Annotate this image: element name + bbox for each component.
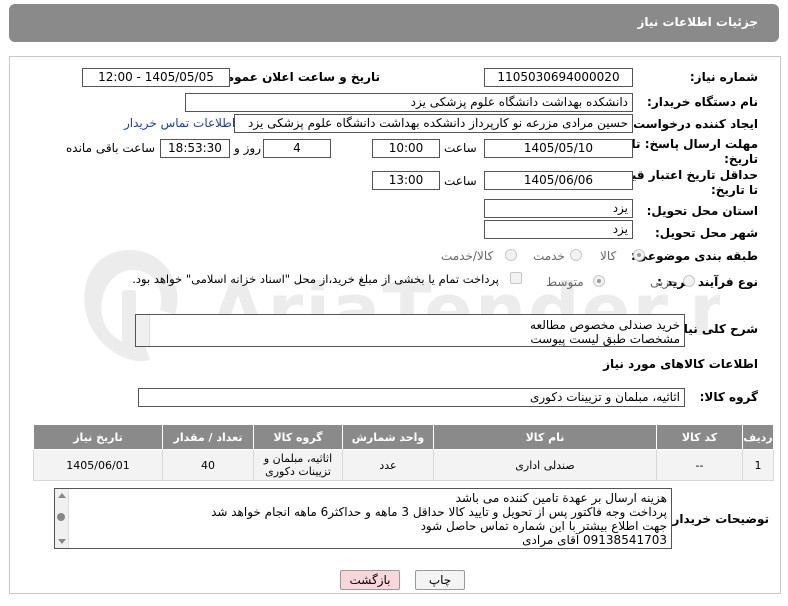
category-goods-service-radio[interactable] bbox=[505, 249, 517, 261]
cell-group: اثاثیه، مبلمان و تزیینات دکوری bbox=[253, 449, 343, 481]
goods-section-title: اطلاعات کالاهای مورد نیاز bbox=[603, 357, 758, 371]
buyer-notes-textarea[interactable]: هزینه ارسال بر عهدة تامین کننده می باشد … bbox=[54, 488, 672, 549]
buyer-note-line-3: جهت اطلاع بیشتر با این شماره تماس حاصل ش… bbox=[420, 519, 667, 533]
announce-label: تاریخ و ساعت اعلان عمومی: bbox=[209, 70, 380, 84]
price-validity-date-label: تا تاریخ: bbox=[710, 183, 758, 197]
table-row: 1 -- صندلی اداری عدد اثاثیه، مبلمان و تز… bbox=[33, 449, 774, 481]
category-goods-radio[interactable] bbox=[633, 249, 645, 261]
process-medium-radio[interactable] bbox=[593, 275, 605, 287]
deadline-date-field: 1405/05/10 bbox=[484, 139, 633, 158]
province-label: استان محل تحویل: bbox=[646, 204, 758, 218]
creator-label: ایجاد کننده درخواست: bbox=[628, 117, 758, 131]
scroll-down-icon[interactable] bbox=[58, 539, 66, 544]
summary-scrollbar[interactable] bbox=[136, 315, 150, 346]
col-qty: تعداد / مقدار bbox=[162, 424, 254, 450]
deadline-label: مهلت ارسال پاسخ: تا bbox=[631, 137, 759, 151]
summary-line-1: خرید صندلی مخصوص مطالعه bbox=[530, 318, 680, 332]
print-button[interactable]: چاپ bbox=[415, 570, 465, 590]
col-name: نام کالا bbox=[433, 424, 657, 450]
contact-info-link[interactable]: اطلاعات تماس خریدار bbox=[124, 116, 235, 130]
cell-unit: عدد bbox=[342, 449, 434, 481]
buyer-note-line-1: هزینه ارسال بر عهدة تامین کننده می باشد bbox=[455, 491, 667, 505]
need-number-label: شماره نیاز: bbox=[689, 70, 758, 84]
deadline-date-label: تاریخ: bbox=[724, 152, 758, 166]
cell-group-line-1: اثاثیه، مبلمان و bbox=[263, 452, 333, 465]
goods-group-field: اثاثیه، مبلمان و تزیینات دکوری bbox=[138, 388, 685, 407]
treasury-payment-checkbox[interactable] bbox=[510, 272, 522, 284]
col-unit: واحد شمارش bbox=[342, 424, 434, 450]
price-time-label: ساعت bbox=[444, 174, 477, 188]
cell-name: صندلی اداری bbox=[433, 449, 657, 481]
buyer-org-label: نام دستگاه خریدار: bbox=[647, 95, 758, 109]
buyer-note-line-4: 09138541703 آقای مرادی bbox=[522, 533, 667, 547]
goods-table: ردیف کد کالا نام کالا واحد شمارش گروه کا… bbox=[33, 424, 774, 481]
creator-field: حسین مرادی مزرعه نو کارپرداز دانشکده بهد… bbox=[234, 114, 633, 133]
need-number-field: 1105030694000020 bbox=[484, 68, 633, 87]
category-service-radio[interactable] bbox=[570, 249, 582, 261]
buyer-org-field: دانشکده بهداشت دانشگاه علوم پزشکی یزد bbox=[185, 93, 633, 112]
col-group: گروه کالا bbox=[253, 424, 343, 450]
buyer-note-line-2: پرداخت وجه فاکتور پس از تحویل و تایید کا… bbox=[211, 505, 667, 519]
city-label: شهر محل تحویل: bbox=[654, 226, 758, 240]
deadline-time-label: ساعت bbox=[444, 141, 477, 155]
deadline-time-field: 10:00 bbox=[372, 139, 440, 158]
col-date: تاریخ نیاز bbox=[33, 424, 163, 450]
summary-line-2: مشخصات طبق لیست پیوست bbox=[530, 332, 680, 346]
cell-row: 1 bbox=[742, 449, 774, 481]
buyer-notes-scrollbar[interactable] bbox=[55, 489, 69, 548]
days-field: 4 bbox=[263, 139, 331, 158]
process-partial-radio[interactable] bbox=[683, 275, 695, 287]
category-label: طبقه بندی موضوعی: bbox=[630, 249, 758, 263]
back-button[interactable]: بازگشت bbox=[340, 570, 400, 590]
category-goods-label: کالا bbox=[600, 249, 617, 263]
days-label: روز و bbox=[234, 141, 261, 155]
col-row: ردیف bbox=[742, 424, 774, 450]
city-field: یزد bbox=[484, 220, 633, 239]
announce-field: 1405/05/05 - 12:00 bbox=[82, 68, 230, 87]
summary-textarea[interactable]: خرید صندلی مخصوص مطالعه مشخصات طبق لیست … bbox=[135, 314, 685, 347]
category-goods-service-label: کالا/خدمت bbox=[441, 249, 494, 263]
buyer-notes-label: توضیحات خریدار: bbox=[667, 512, 769, 526]
remaining-label: ساعت باقی مانده bbox=[66, 141, 156, 155]
page-title: جزئیات اطلاعات نیاز bbox=[637, 15, 758, 29]
category-service-label: خدمت bbox=[533, 249, 565, 263]
process-medium-label: متوسط bbox=[546, 275, 584, 289]
price-validity-date-field: 1405/06/06 bbox=[484, 171, 633, 190]
province-field: یزد bbox=[484, 199, 633, 218]
cell-qty: 40 bbox=[162, 449, 254, 481]
cell-code: -- bbox=[656, 449, 743, 481]
scroll-up-icon[interactable] bbox=[58, 493, 66, 498]
remaining-time-field: 18:53:30 bbox=[160, 139, 230, 158]
treasury-payment-note: پرداخت تمام یا بخشی از مبلغ خرید،از محل … bbox=[132, 272, 499, 286]
goods-table-header: ردیف کد کالا نام کالا واحد شمارش گروه کا… bbox=[33, 424, 774, 450]
price-validity-time-field: 13:00 bbox=[372, 171, 440, 190]
col-code: کد کالا bbox=[656, 424, 743, 450]
process-partial-label: جزیی bbox=[650, 275, 678, 289]
cell-group-line-2: تزیینات دکوری bbox=[265, 465, 331, 478]
cell-date: 1405/06/01 bbox=[33, 449, 163, 481]
goods-group-label: گروه کالا: bbox=[699, 390, 758, 404]
scroll-thumb[interactable] bbox=[57, 513, 65, 521]
